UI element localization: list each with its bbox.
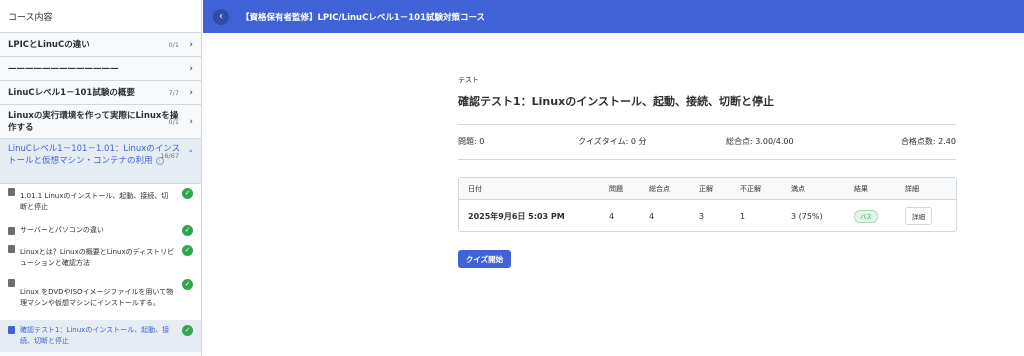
lecture-label: 確認テスト1：Linuxのインストール、起動、接続、切断と停止	[20, 326, 170, 345]
chevron-right-icon: ›	[189, 116, 193, 127]
course-topbar: ‹ 【資格保有者監修】LPIC/LinuCレベル1－101試験対策コース	[203, 0, 1024, 33]
cell-result: パス	[854, 200, 879, 232]
pass-badge: パス	[854, 209, 879, 223]
section-title: LinuCレベル1－101試験の概要	[8, 87, 135, 98]
section-title: Linuxの実行環境を作って実際にLinuxを操作する	[8, 110, 179, 133]
check-circle-icon: ✓	[182, 279, 193, 290]
section-linux-environment[interactable]: Linuxの実行環境を作って実際にLinuxを操作する 0/1 ›	[0, 105, 201, 139]
document-icon	[8, 279, 15, 287]
section-title: LPICとLinuCの違い	[8, 39, 90, 50]
sidebar-header: コース内容	[0, 0, 201, 33]
chevron-right-icon: ›	[189, 63, 193, 74]
lecture-item[interactable]: Linuxとは？Linuxの概要とLinuxのディストリビューションと確認方法 …	[0, 241, 201, 275]
header-incorrect: 不正解	[740, 184, 761, 193]
header-score: 満点	[791, 184, 805, 193]
section-progress: 7/7	[168, 88, 179, 97]
section-title: —————————————	[8, 63, 119, 74]
header-correct: 正解	[699, 184, 713, 193]
lecture-item[interactable]: 1.01.1 Linuxのインストール、起動、接続、切断と停止 ✓	[0, 184, 201, 220]
course-sidebar: コース内容 LPICとLinuCの違い 0/1 › ————————————— …	[0, 0, 202, 356]
section-lpic-linuc-difference[interactable]: LPICとLinuCの違い 0/1 ›	[0, 33, 201, 57]
header-date: 日付	[468, 184, 482, 193]
document-icon	[8, 188, 15, 196]
cell-score: 3 (75%)	[791, 211, 823, 221]
course-title: 【資格保有者監修】LPIC/LinuCレベル1－101試験対策コース	[241, 12, 486, 23]
document-icon	[8, 245, 15, 253]
header-questions: 問題	[609, 184, 623, 193]
cell-incorrect: 1	[740, 211, 746, 221]
check-circle-icon: ✓	[182, 325, 193, 336]
lecture-label: 1.01.1 Linuxのインストール、起動、接続、切断と停止	[20, 192, 169, 211]
start-quiz-button[interactable]: クイズ開始	[458, 250, 511, 268]
lecture-label: Linuxとは？Linuxの概要とLinuxのディストリビューションと確認方法	[20, 248, 175, 267]
results-table-header: 日付 問題 総合点 正解 不正解 満点 結果 詳細	[459, 178, 956, 200]
lecture-label: サーバーとパソコンの違い	[20, 226, 104, 234]
header-total: 総合点	[649, 184, 670, 193]
lecture-item-current[interactable]: 確認テスト1：Linuxのインストール、起動、接続、切断と停止 ✓	[0, 320, 201, 352]
cell-correct: 3	[699, 211, 705, 221]
chevron-right-icon: ›	[189, 39, 193, 50]
stat-passing-score: 合格点数: 2.40	[900, 137, 956, 146]
results-table: 日付 問題 総合点 正解 不正解 満点 結果 詳細 2025年9月6日 5:03…	[458, 177, 957, 232]
quiz-icon	[8, 326, 15, 334]
quiz-stats: 問題: 0 クイズタイム: 0 分 総合点: 3.00/4.00 合格点数: 2…	[458, 136, 956, 148]
section-progress: 16/67	[160, 152, 179, 160]
lecture-label: Linux をDVDやISOイメージファイルを用いて物理マシンや仮想マシンにイン…	[20, 287, 174, 307]
check-circle-icon: ✓	[182, 245, 193, 256]
cell-detail: 詳細	[905, 200, 932, 232]
chevron-up-icon: ˄	[188, 150, 194, 160]
header-detail: 詳細	[905, 184, 919, 193]
stat-questions: 問題: 0	[458, 137, 485, 146]
content-type-label: テスト	[458, 76, 479, 84]
check-circle-icon: ✓	[182, 188, 193, 199]
cell-questions: 4	[609, 211, 615, 221]
detail-button[interactable]: 詳細	[905, 207, 932, 225]
back-chevron-icon[interactable]: ‹	[213, 8, 229, 25]
section-title-text: LinuCレベル1－101－1.01：Linuxのインストールと仮想マシン・コン…	[8, 144, 181, 166]
section-progress: 0/1	[168, 40, 179, 49]
quiz-title: 確認テスト1：Linuxのインストール、起動、接続、切断と停止	[458, 95, 774, 108]
document-icon	[8, 227, 15, 235]
app: コース内容 LPICとLinuCの違い 0/1 › ————————————— …	[0, 0, 1024, 356]
stat-total-score: 総合点: 3.00/4.00	[726, 137, 794, 146]
lecture-item[interactable]: Linux をDVDやISOイメージファイルを用いて物理マシンや仮想マシンにイン…	[0, 275, 201, 320]
section-exam-overview[interactable]: LinuCレベル1－101試験の概要 7/7 ›	[0, 81, 201, 105]
divider	[458, 159, 956, 160]
section-separator[interactable]: ————————————— ›	[0, 57, 201, 81]
cell-date: 2025年9月6日 5:03 PM	[468, 211, 565, 221]
stat-quiz-time: クイズタイム: 0 分	[578, 137, 647, 146]
divider	[458, 124, 956, 125]
section-linux-install-current[interactable]: LinuCレベル1－101－1.01：Linuxのインストールと仮想マシン・コン…	[0, 139, 201, 184]
section-progress: 0/1	[168, 117, 179, 126]
section-title: LinuCレベル1－101－1.01：Linuxのインストールと仮想マシン・コン…	[8, 143, 181, 167]
lecture-item[interactable]: サーバーとパソコンの違い ✓	[0, 220, 201, 241]
header-result: 結果	[854, 184, 868, 193]
cell-total: 4	[649, 211, 655, 221]
table-row: 2025年9月6日 5:03 PM 4 4 3 1 3 (75%) パス 詳細	[459, 200, 956, 232]
check-circle-icon: ✓	[182, 225, 193, 236]
chevron-right-icon: ›	[189, 87, 193, 98]
